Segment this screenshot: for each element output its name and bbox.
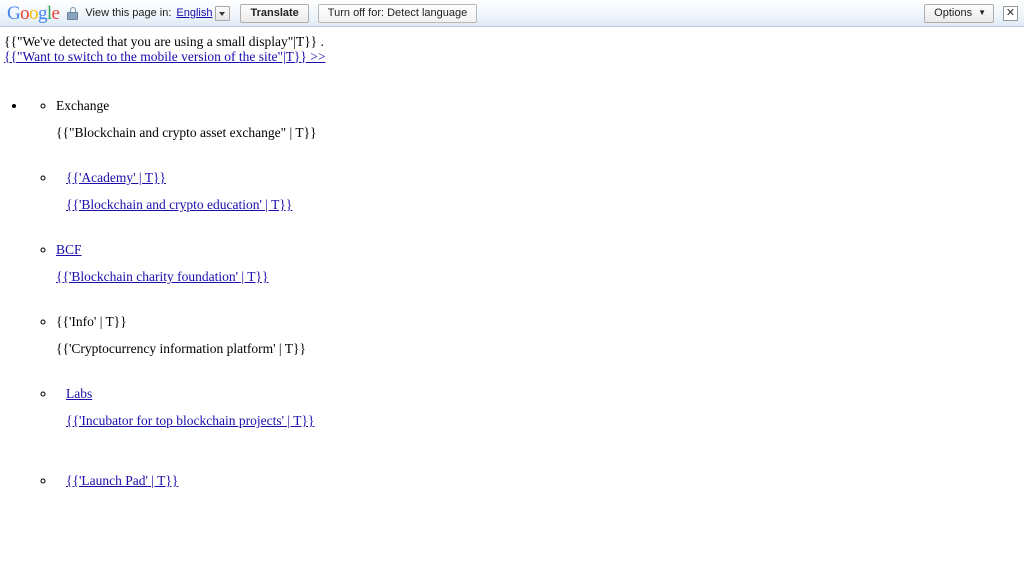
translate-bar-right-group: Options ▼ ✕ <box>924 3 1018 23</box>
options-button-label: Options <box>934 7 973 19</box>
nav-title-bcf[interactable]: BCF <box>56 242 82 257</box>
view-page-in-label: View this page in: <box>85 7 172 19</box>
nav-title-labs-wrap: Labs <box>66 386 1024 402</box>
close-icon[interactable]: ✕ <box>1003 5 1018 21</box>
nav-block-info: {{'Info' | T}} {{'Cryptocurrency informa… <box>56 301 1024 357</box>
nav-list-outer: Exchange {{"Blockchain and crypto asset … <box>0 85 1024 489</box>
caret-down-icon: ▼ <box>978 8 986 17</box>
nav-title-bcf-wrap: BCF <box>56 242 1024 258</box>
google-translate-bar: Google View this page in: English Transl… <box>0 0 1024 27</box>
list-item: Exchange {{"Blockchain and crypto asset … <box>56 85 1024 141</box>
nav-title-academy-wrap: {{'Academy' | T}} <box>66 170 1024 186</box>
nav-block-launch-pad: {{'Launch Pad' | T}} <box>56 445 1024 489</box>
list-item: {{'Academy' | T}} {{'Blockchain and cryp… <box>56 157 1024 213</box>
nav-desc-bcf-wrap: {{'Blockchain charity foundation' | T}} <box>56 269 1024 285</box>
list-item: BCF {{'Blockchain charity foundation' | … <box>56 229 1024 285</box>
nav-block-exchange: Exchange {{"Blockchain and crypto asset … <box>56 85 1024 141</box>
notice-detected-text: {{"We've detected that you are using a s… <box>4 34 324 49</box>
nav-title-info[interactable]: {{'Info' | T}} <box>56 314 1024 330</box>
logo-letter-g2: g <box>37 2 48 24</box>
nav-desc-bcf[interactable]: {{'Blockchain charity foundation' | T}} <box>56 269 268 284</box>
nav-list-outer-item: Exchange {{"Blockchain and crypto asset … <box>27 85 1024 489</box>
translate-button[interactable]: Translate <box>240 3 309 23</box>
nav-list-inner: Exchange {{"Blockchain and crypto asset … <box>27 85 1024 489</box>
small-display-notice: {{"We've detected that you are using a s… <box>0 27 1024 63</box>
nav-title-exchange[interactable]: Exchange <box>56 98 1024 114</box>
nav-block-labs: Labs {{'Incubator for top blockchain pro… <box>56 373 1024 429</box>
logo-letter-g1: G <box>7 2 21 24</box>
turn-off-translation-button[interactable]: Turn off for: Detect language <box>317 3 478 23</box>
page-content: {{"We've detected that you are using a s… <box>0 27 1024 489</box>
nav-title-academy[interactable]: {{'Academy' | T}} <box>66 170 166 185</box>
source-language-link[interactable]: English <box>176 7 212 19</box>
nav-desc-info: {{'Cryptocurrency information platform' … <box>56 341 306 356</box>
list-item: {{'Launch Pad' | T}} <box>56 445 1024 489</box>
nav-title-launch-pad-wrap: {{'Launch Pad' | T}} <box>66 473 1024 489</box>
google-logo: Google <box>7 2 60 24</box>
lock-body <box>67 11 79 20</box>
nav-block-academy: {{'Academy' | T}} {{'Blockchain and cryp… <box>56 157 1024 213</box>
nav-block-bcf: BCF {{'Blockchain charity foundation' | … <box>56 229 1024 285</box>
nav-desc-labs-wrap: {{'Incubator for top blockchain projects… <box>66 413 1024 429</box>
mobile-version-link[interactable]: {{"Want to switch to the mobile version … <box>4 49 325 64</box>
nav-desc-academy[interactable]: {{'Blockchain and crypto education' | T}… <box>66 197 292 212</box>
list-item: Labs {{'Incubator for top blockchain pro… <box>56 373 1024 429</box>
logo-letter-o2: o <box>29 2 39 24</box>
logo-letter-e: e <box>51 2 60 24</box>
nav-desc-academy-wrap: {{'Blockchain and crypto education' | T}… <box>66 197 1024 213</box>
logo-letter-o1: o <box>20 2 30 24</box>
nav-title-labs[interactable]: Labs <box>66 386 92 401</box>
nav-desc-labs[interactable]: {{'Incubator for top blockchain projects… <box>66 413 314 428</box>
list-item: {{'Info' | T}} {{'Cryptocurrency informa… <box>56 301 1024 357</box>
lock-icon <box>67 6 79 20</box>
nav-desc-exchange: {{"Blockchain and crypto asset exchange"… <box>56 125 317 140</box>
nav-title-launch-pad[interactable]: {{'Launch Pad' | T}} <box>66 473 178 488</box>
notice-mobile-switch-link-wrap: {{"Want to switch to the mobile version … <box>4 49 1024 64</box>
chevron-down-icon[interactable] <box>215 5 231 21</box>
options-button[interactable]: Options ▼ <box>924 3 994 23</box>
